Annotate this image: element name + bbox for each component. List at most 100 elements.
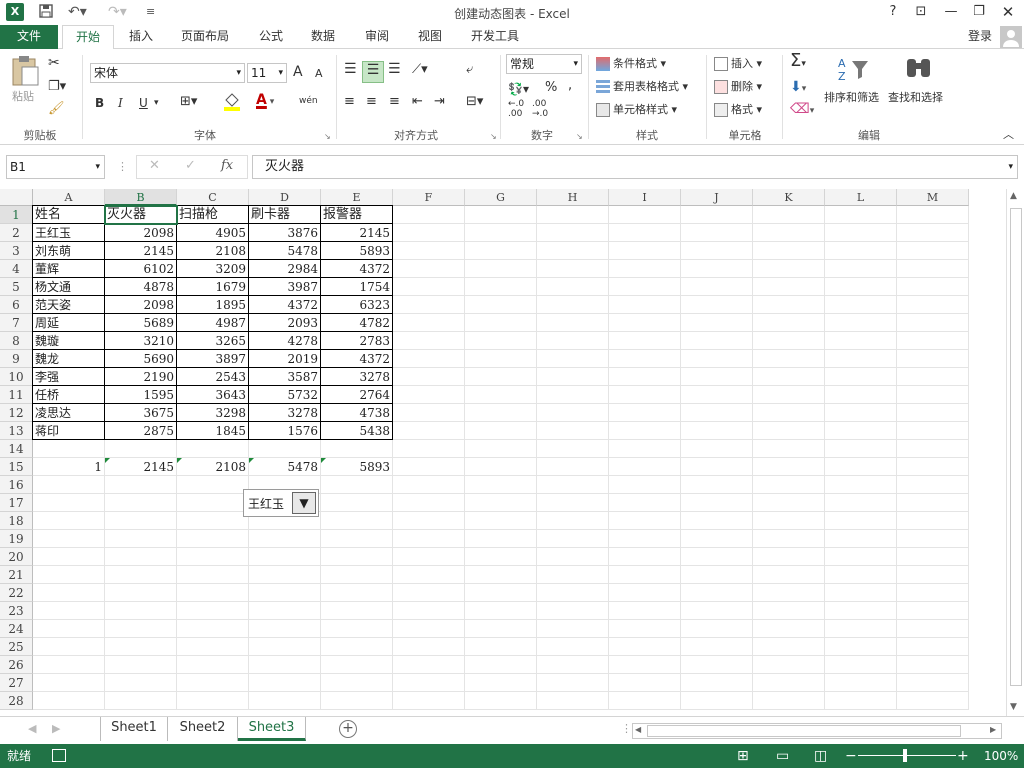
- cell-b13[interactable]: 2875: [105, 422, 177, 440]
- increase-decimal-icon[interactable]: ←.0.00: [508, 99, 524, 119]
- empty-cell[interactable]: [537, 602, 609, 620]
- format-cells-button[interactable]: 格式 ▾: [714, 102, 762, 118]
- font-dialog-launcher-icon[interactable]: ↘: [324, 129, 331, 145]
- empty-cell[interactable]: [537, 278, 609, 296]
- empty-cell[interactable]: [897, 656, 969, 674]
- col-header-k[interactable]: K: [753, 189, 825, 206]
- empty-cell[interactable]: [465, 620, 537, 638]
- empty-cell[interactable]: [537, 548, 609, 566]
- empty-cell[interactable]: [321, 512, 393, 530]
- scroll-right-icon[interactable]: ▶: [990, 725, 996, 734]
- empty-cell[interactable]: [177, 584, 249, 602]
- tab-insert[interactable]: 插入: [118, 25, 164, 49]
- empty-cell[interactable]: [897, 548, 969, 566]
- empty-cell[interactable]: [465, 602, 537, 620]
- empty-cell[interactable]: [897, 368, 969, 386]
- empty-cell[interactable]: [681, 692, 753, 710]
- spreadsheet-grid[interactable]: ABCDEFGHIJKLM 1 2 3 4 5 6 7 8 9 10 11 12 13 14 15 16 17 1…: [0, 189, 1010, 716]
- empty-cell[interactable]: [753, 458, 825, 476]
- cell-b15[interactable]: 2145: [105, 458, 177, 476]
- conditional-formatting-button[interactable]: 条件格式 ▾: [596, 56, 666, 72]
- cell-c1[interactable]: 扫描枪: [177, 206, 249, 224]
- empty-cell[interactable]: [465, 566, 537, 584]
- empty-cell[interactable]: [537, 638, 609, 656]
- tab-data[interactable]: 数据: [300, 25, 346, 49]
- empty-cell[interactable]: [537, 656, 609, 674]
- empty-cell[interactable]: [393, 530, 465, 548]
- vertical-scroll-thumb[interactable]: [1010, 208, 1022, 686]
- empty-cell[interactable]: [681, 404, 753, 422]
- empty-cell[interactable]: [105, 494, 177, 512]
- empty-cell[interactable]: [681, 350, 753, 368]
- empty-cell[interactable]: [105, 638, 177, 656]
- cell-a12[interactable]: 凌思达: [33, 404, 105, 422]
- cell-a7[interactable]: 周延: [33, 314, 105, 332]
- empty-cell[interactable]: [465, 512, 537, 530]
- shrink-font-icon[interactable]: A: [315, 66, 323, 82]
- empty-cell[interactable]: [609, 206, 681, 224]
- empty-cell[interactable]: [753, 584, 825, 602]
- name-box[interactable]: B1 ▾: [6, 155, 105, 179]
- empty-cell[interactable]: [321, 656, 393, 674]
- empty-cell[interactable]: [321, 566, 393, 584]
- cancel-icon[interactable]: ✕: [149, 158, 160, 174]
- paste-button[interactable]: [10, 55, 40, 92]
- empty-cell[interactable]: [105, 512, 177, 530]
- tab-page-layout[interactable]: 页面布局: [172, 25, 238, 49]
- minimize-icon[interactable]: —: [939, 3, 963, 21]
- empty-cell[interactable]: [321, 638, 393, 656]
- cell-c10[interactable]: 2543: [177, 368, 249, 386]
- empty-cell[interactable]: [609, 242, 681, 260]
- empty-cell[interactable]: [249, 530, 321, 548]
- row-header-26[interactable]: 26: [0, 656, 33, 674]
- row-header-18[interactable]: 18: [0, 512, 33, 530]
- underline-dropdown-icon[interactable]: ▾: [154, 95, 159, 111]
- empty-cell[interactable]: [465, 404, 537, 422]
- row-header-20[interactable]: 20: [0, 548, 33, 566]
- empty-cell[interactable]: [825, 512, 897, 530]
- row-header-8[interactable]: 8: [0, 332, 33, 350]
- empty-cell[interactable]: [609, 566, 681, 584]
- sheet-tab-2[interactable]: Sheet2: [168, 717, 238, 741]
- empty-cell[interactable]: [609, 458, 681, 476]
- format-painter-icon[interactable]: 🖌: [48, 101, 65, 117]
- empty-cell[interactable]: [465, 314, 537, 332]
- row-header-9[interactable]: 9: [0, 350, 33, 368]
- empty-cell[interactable]: [465, 386, 537, 404]
- cell-b8[interactable]: 3210: [105, 332, 177, 350]
- empty-cell[interactable]: [681, 566, 753, 584]
- cell-d10[interactable]: 3587: [249, 368, 321, 386]
- wrap-text-icon[interactable]: ⤶: [466, 62, 473, 78]
- align-left-icon[interactable]: ≡: [344, 94, 355, 110]
- empty-cell[interactable]: [897, 224, 969, 242]
- find-select-icon[interactable]: [904, 55, 934, 88]
- empty-cell[interactable]: [897, 422, 969, 440]
- empty-cell[interactable]: [177, 548, 249, 566]
- empty-cell[interactable]: [681, 458, 753, 476]
- empty-cell[interactable]: [825, 404, 897, 422]
- empty-cell[interactable]: [897, 584, 969, 602]
- alignment-dialog-launcher-icon[interactable]: ↘: [490, 129, 497, 145]
- empty-cell[interactable]: [609, 440, 681, 458]
- empty-cell[interactable]: [609, 368, 681, 386]
- row-header-4[interactable]: 4: [0, 260, 33, 278]
- italic-button[interactable]: I: [118, 95, 123, 111]
- empty-cell[interactable]: [177, 476, 249, 494]
- cell-d11[interactable]: 5732: [249, 386, 321, 404]
- empty-cell[interactable]: [537, 566, 609, 584]
- empty-cell[interactable]: [609, 260, 681, 278]
- empty-cell[interactable]: [825, 620, 897, 638]
- empty-cell[interactable]: [609, 512, 681, 530]
- empty-cell[interactable]: [681, 512, 753, 530]
- empty-cell[interactable]: [825, 440, 897, 458]
- cell-e4[interactable]: 4372: [321, 260, 393, 278]
- row-header-19[interactable]: 19: [0, 530, 33, 548]
- percent-style-button[interactable]: %: [545, 80, 557, 96]
- empty-cell[interactable]: [249, 584, 321, 602]
- empty-cell[interactable]: [177, 440, 249, 458]
- empty-cell[interactable]: [33, 584, 105, 602]
- empty-cell[interactable]: [393, 548, 465, 566]
- empty-cell[interactable]: [897, 494, 969, 512]
- empty-cell[interactable]: [393, 476, 465, 494]
- new-sheet-icon[interactable]: +: [339, 720, 357, 738]
